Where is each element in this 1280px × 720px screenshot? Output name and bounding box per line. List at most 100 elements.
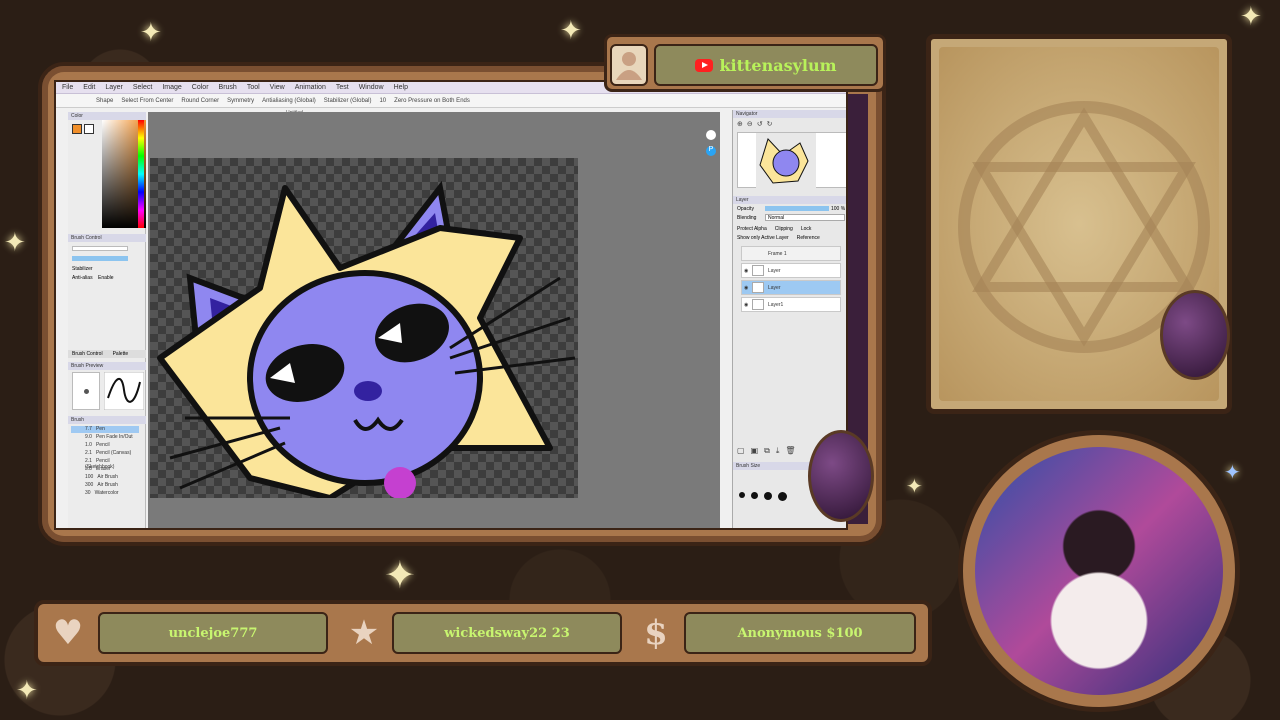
brush-name: Eraser [95, 466, 111, 472]
new-layer-icon[interactable]: ▢ [737, 446, 745, 456]
brush-list-header: Brush [68, 416, 146, 424]
sparkle-icon: ✦ [16, 676, 38, 706]
menu-brush[interactable]: Brush [219, 84, 237, 91]
reference-checkbox[interactable]: Reference [797, 235, 820, 241]
layer-row[interactable]: ◉ Layer [741, 263, 841, 278]
layer-panel-header: Layer [733, 196, 846, 204]
menu-color[interactable]: Color [192, 84, 209, 91]
layer-thumbnail [752, 299, 764, 310]
layer-name: Layer [768, 285, 781, 291]
layer-actions: ▢ ▣ ⧉ ⤓ 🗑 [737, 446, 796, 456]
menu-test[interactable]: Test [336, 84, 349, 91]
shape-option[interactable]: Shape [96, 98, 113, 104]
layer-row[interactable]: ◉ Layer [741, 280, 841, 295]
navigator-thumbnail[interactable] [737, 132, 846, 189]
drawing-canvas[interactable] [150, 158, 578, 498]
p-icon: P [706, 146, 716, 156]
brush-item[interactable]: 7.7 Pen [71, 426, 139, 433]
webcam-frame [958, 430, 1240, 712]
brush-item[interactable]: 9.0 Pen Fade In/Out [71, 434, 139, 441]
brush-stroke-preview [104, 372, 144, 410]
merge-down-icon[interactable]: ⤓ [776, 446, 780, 456]
tab-palette[interactable]: Palette [113, 351, 129, 357]
brush-size: 7.7 [85, 426, 92, 432]
brush-item[interactable]: 3.8 Eraser [71, 466, 139, 473]
brush-size-preset[interactable] [751, 492, 758, 499]
brush-item[interactable]: 30 Watercolor [71, 490, 139, 497]
menu-view[interactable]: View [270, 84, 285, 91]
delete-layer-icon[interactable]: 🗑 [785, 446, 795, 456]
round-corner-option[interactable]: Round Corner [181, 98, 219, 104]
blending-dropdown[interactable]: Normal [765, 214, 845, 221]
select-from-center-option[interactable]: Select From Center [121, 98, 173, 104]
brush-size-preset[interactable] [764, 492, 772, 500]
rotate-right-icon[interactable]: ↻ [767, 120, 773, 128]
anti-alias-dropdown[interactable]: Enable [98, 275, 114, 281]
brush-size: 300 [85, 482, 94, 488]
tool-options-bar: Shape Select From Center Round Corner Sy… [56, 94, 846, 108]
brush-item[interactable]: 2.1 Pencil (Canvas) [71, 450, 139, 457]
brush-item[interactable]: 300 Air Brush [71, 482, 139, 489]
brush-name: Pencil (Canvas) [95, 450, 132, 456]
tab-brush-control[interactable]: Brush Control [72, 351, 103, 357]
brush-size: 100 [85, 474, 94, 480]
brush-item[interactable]: 1.0 Pencil [71, 442, 139, 449]
brush-item[interactable]: 100 Air Brush [71, 474, 139, 481]
antialiasing-checkbox[interactable]: Antialiasing (Global) [262, 98, 316, 104]
zero-pressure-checkbox[interactable]: Zero Pressure on Both Ends [394, 98, 470, 104]
folder-name: Frame 1 [768, 251, 787, 257]
menu-file[interactable]: File [62, 84, 73, 91]
layer-name: Layer1 [768, 302, 784, 308]
primary-color-swatch[interactable] [72, 124, 82, 134]
opacity-label: Opacity [737, 206, 754, 212]
visibility-eye-icon[interactable]: ◉ [744, 268, 748, 274]
secondary-color-swatch[interactable] [84, 124, 94, 134]
stabilizer-value[interactable]: 10 [379, 98, 386, 104]
menu-image[interactable]: Image [162, 84, 181, 91]
symmetry-option[interactable]: Symmetry [227, 98, 254, 104]
clipping-checkbox[interactable]: Clipping [775, 226, 793, 232]
new-folder-icon[interactable]: ▣ [751, 446, 759, 456]
potion-bottle-icon [1160, 290, 1230, 380]
brush-name: Pencil [95, 442, 110, 448]
brush-name: Pen [95, 426, 105, 432]
hue-slider[interactable] [138, 120, 144, 228]
protect-alpha-checkbox[interactable]: Protect Alpha [737, 226, 767, 232]
menu-help[interactable]: Help [394, 84, 408, 91]
menu-tool[interactable]: Tool [247, 84, 260, 91]
menu-select[interactable]: Select [133, 84, 152, 91]
rotate-left-icon[interactable]: ↺ [757, 120, 763, 128]
stabilizer-option[interactable]: Stabilizer (Global) [324, 98, 372, 104]
brush-name: Watercolor [94, 490, 119, 496]
menu-animation[interactable]: Animation [295, 84, 326, 91]
brush-size: 3.8 [85, 466, 92, 472]
show-only-active-checkbox[interactable]: Show only Active Layer [737, 235, 789, 241]
brush-preview-header: Brush Preview [68, 362, 146, 370]
layer-folder[interactable]: Frame 1 [741, 246, 841, 261]
opacity-slider[interactable] [765, 206, 829, 211]
navigator-toolbar: ⊕ ⊖ ↺ ↻ [737, 120, 773, 128]
brush-item[interactable]: 2.1 Pencil (Sketchbook) [71, 458, 139, 470]
brush-size-preset[interactable] [739, 492, 745, 498]
menu-window[interactable]: Window [359, 84, 384, 91]
sparkle-icon: ✦ [384, 553, 416, 597]
user-avatar-icon [610, 44, 648, 86]
navigator-header: Navigator [733, 110, 846, 118]
dollar-icon: $ [644, 613, 668, 653]
menu-layer[interactable]: Layer [105, 84, 123, 91]
zoom-in-icon[interactable]: ⊕ [737, 120, 743, 128]
brush-size-slider[interactable] [72, 246, 128, 251]
webcam-feed [975, 447, 1223, 695]
lock-checkbox[interactable]: Lock [801, 226, 812, 232]
layer-row[interactable]: ◉ Layer1 [741, 297, 841, 312]
latest-subscriber: wickedsway22 23 [392, 612, 622, 654]
layer-options-row-2: Show only Active Layer Reference [737, 235, 820, 241]
menu-edit[interactable]: Edit [83, 84, 95, 91]
brush-size-preset[interactable] [778, 492, 787, 501]
drawing-app-window: File Edit Layer Select Image Color Brush… [54, 80, 848, 530]
duplicate-layer-icon[interactable]: ⧉ [764, 446, 770, 456]
visibility-eye-icon[interactable]: ◉ [744, 285, 748, 291]
brush-density-slider[interactable] [72, 256, 128, 261]
zoom-out-icon[interactable]: ⊖ [747, 120, 753, 128]
visibility-eye-icon[interactable]: ◉ [744, 302, 748, 308]
